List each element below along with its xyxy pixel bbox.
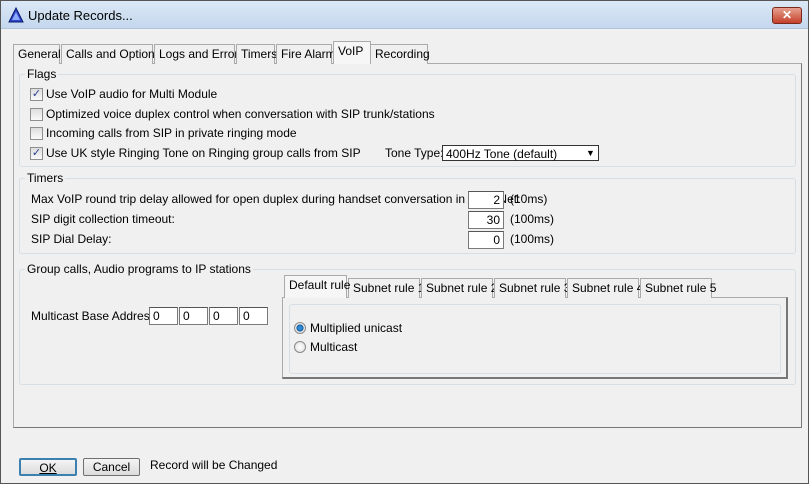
tab-fire-alarm[interactable]: Fire Alarm [276,44,336,64]
tab-voip[interactable]: VoIP [333,41,371,64]
rule-tab-3[interactable]: Subnet rule 3 [494,278,570,298]
status-text: Record will be Changed [150,458,278,472]
timer-unit: (100ms) [510,232,555,246]
rule-tab-4[interactable]: Subnet rule 4 [567,278,643,298]
address-octet-3[interactable]: 0 [209,307,238,325]
tab-logs-and-errors[interactable]: Logs and Errors [154,44,244,64]
cancel-button[interactable]: Cancel [83,458,140,476]
flag-label: Incoming calls from SIP in private ringi… [46,126,297,140]
rule-tab-0[interactable]: Default rule [284,275,350,298]
timer-label: Max VoIP round trip delay allowed for op… [31,192,521,206]
app-triangle-icon [8,7,24,23]
address-octet-4[interactable]: 0 [239,307,268,325]
radio-selected[interactable] [294,322,306,334]
ok-button[interactable]: OK [19,458,77,476]
timer-input[interactable]: 30 [468,211,504,229]
timer-label: SIP digit collection timeout: [31,212,175,226]
multicast-base-address-label: Multicast Base Address: [31,309,160,323]
tab-timers[interactable]: Timers [236,44,277,64]
tab-calls-and-options[interactable]: Calls and Options [61,44,161,64]
group-calls-label: Group calls, Audio programs to IP statio… [25,262,253,276]
rule-tab-1[interactable]: Subnet rule 1 [348,278,424,298]
tab-recording[interactable]: Recording [370,44,430,64]
timer-input[interactable]: 2 [468,191,504,209]
timers-group-label: Timers [25,171,66,185]
close-button[interactable]: ✕ [772,7,802,24]
checkbox[interactable] [30,127,43,140]
flag-label: Optimized voice duplex control when conv… [46,106,435,121]
radio-label: Multicast [310,340,358,354]
flags-group-label: Flags [25,67,59,81]
flag-label: Use UK style Ringing Tone on Ringing gro… [46,145,361,160]
title-bar[interactable]: Update Records... ✕ [1,1,808,29]
rule-tab-2[interactable]: Subnet rule 2 [421,278,497,298]
timer-unit: (10ms) [510,192,548,206]
address-octet-2[interactable]: 0 [179,307,208,325]
rule-inner-frame [289,304,781,374]
rule-tab-page [282,297,788,379]
ok-label: OK [39,461,57,475]
timer-unit: (100ms) [510,212,555,226]
chevron-down-icon[interactable]: ▼ [584,147,597,159]
dialog-window: Update Records... ✕ Flags Tone Type: 400… [0,0,809,484]
timer-input[interactable]: 0 [468,231,504,249]
radio[interactable] [294,341,306,353]
tone-type-select[interactable]: 400Hz Tone (default) ▼ [442,145,599,161]
address-octet-1[interactable]: 0 [149,307,178,325]
tab-general[interactable]: General [13,44,61,64]
flag-label: Use VoIP audio for Multi Module [46,87,218,101]
checkbox-checked[interactable]: ✓ [30,146,43,160]
radio-label: Multiplied unicast [310,321,403,335]
rule-tab-5[interactable]: Subnet rule 5 [640,278,716,298]
tone-type-value: 400Hz Tone (default) [446,147,558,161]
tone-type-label: Tone Type: [385,146,444,160]
timer-label: SIP Dial Delay: [31,232,112,246]
checkbox[interactable] [30,107,43,121]
checkbox-checked[interactable]: ✓ [30,88,43,101]
window-title: Update Records... [28,8,133,23]
